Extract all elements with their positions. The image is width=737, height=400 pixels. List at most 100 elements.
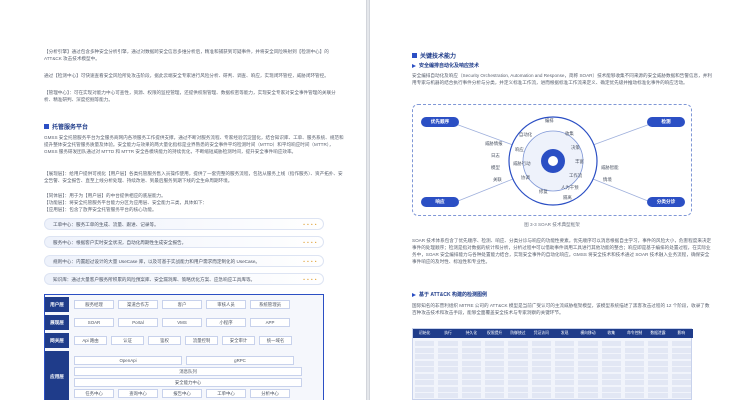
arch-cell: 统一域名 <box>259 336 292 345</box>
platform-paragraph: GMSS 安全托管服务平台为全服务商网内各项服务工作提供支撑，通过不断对服务流程… <box>44 135 344 154</box>
matrix-cell <box>485 393 505 398</box>
connector-line <box>592 122 654 146</box>
matrix-cell <box>415 341 435 346</box>
connector-line <box>452 178 514 204</box>
matrix-cell <box>648 393 668 398</box>
ring-label: 威胁智能 <box>601 165 619 170</box>
matrix-cell <box>485 380 505 385</box>
arch-cell: 认证 <box>111 336 144 345</box>
matrix-cell <box>485 354 505 359</box>
ring-label: 情境 <box>603 177 612 182</box>
matrix-cell <box>555 347 575 353</box>
soar-explanation-paragraph: SOAR 技术体系包含了优先顺序、检测、响应、分类分诊与响应的功能性要素。优先顺… <box>412 238 712 264</box>
matrix-cell <box>508 373 528 379</box>
matrix-cell <box>671 360 691 366</box>
dots-decoration: • • • • <box>303 277 317 282</box>
matrix-cell <box>648 341 668 346</box>
matrix-cell <box>531 347 551 353</box>
matrix-cell <box>601 373 621 379</box>
arch-cells: SOAR Portal VMS 小程序 APP <box>69 315 323 330</box>
response-button: 响应 <box>421 197 459 207</box>
soar-paragraph: 安全编排自动化及响应（Security Orchestration, Autom… <box>412 73 712 85</box>
ring-label: 收集 <box>565 131 574 136</box>
matrix-header-cell: 命令控制 <box>627 331 643 335</box>
matrix-cell <box>531 380 551 385</box>
matrix-header: 初始化 执行 持久化 权限提升 防御绕过 凭证访问 发现 横向移动 收集 命令控… <box>413 329 693 338</box>
matrix-header-cell: 权限提升 <box>487 331 503 335</box>
matrix-cell <box>415 360 435 366</box>
matrix-cell <box>601 393 621 398</box>
matrix-cell <box>485 341 505 346</box>
matrix-cell <box>555 393 575 398</box>
matrix-cell <box>578 360 598 366</box>
matrix-cell <box>578 380 598 385</box>
arch-cell: 分析中心 <box>250 389 290 398</box>
arch-cell: VMS <box>162 318 202 327</box>
matrix-cell <box>485 347 505 353</box>
matrix-cell <box>508 386 528 392</box>
arch-cell: 系统管理员 <box>250 300 290 309</box>
arch-cell: 客户 <box>162 300 202 309</box>
matrix-cell <box>671 380 691 385</box>
matrix-cell <box>625 347 645 353</box>
matrix-cell <box>415 373 435 379</box>
matrix-cell <box>531 373 551 379</box>
arch-cell: 消息队列 <box>74 367 302 376</box>
section-square-icon <box>44 124 49 129</box>
dots-decoration: • • • • <box>303 240 317 245</box>
arch-cell: gRPC <box>186 356 294 365</box>
subhead-soar: 安全编排自动化及响应技术 <box>412 62 479 69</box>
matrix-cell <box>601 380 621 385</box>
arch-cell: 服务经理 <box>74 300 114 309</box>
ring-label: 决策 <box>571 145 580 150</box>
ring-label: 隔离 <box>563 195 572 200</box>
arch-row-application: 应用层 OpenApi gRPC 消息队列 安全能力中心 任务中心 查询中心 报… <box>45 351 323 400</box>
matrix-cell <box>625 341 645 346</box>
matrix-cell <box>438 380 458 385</box>
matrix-cell <box>601 347 621 353</box>
intro-paragraph-1: 【分析引擎】通过包含多种安全分析引擎，通过对数据跨安全信息多维分析后，精准和捕获… <box>44 49 329 61</box>
matrix-cell <box>555 373 575 379</box>
matrix-cell <box>648 380 668 385</box>
matrix-cell <box>555 354 575 359</box>
matrix-cell <box>531 341 551 346</box>
connector-line <box>592 178 654 204</box>
matrix-cell <box>555 360 575 366</box>
matrix-cell <box>438 354 458 359</box>
ring-label: 修复 <box>539 189 548 194</box>
dots-decoration: • • • • <box>303 259 317 264</box>
arch-cells: Api 路由 认证 鉴权 流量控制 安全审计 统一域名 <box>69 333 323 348</box>
matrix-cell <box>625 367 645 372</box>
ring-label: 人为干预 <box>561 185 579 190</box>
arch-row-user: 用户层 服务经理 渠道合作方 客户 审核人员 系统管理员 <box>45 297 323 312</box>
detection-button: 检测 <box>647 117 685 127</box>
arch-cells: OpenApi gRPC 消息队列 安全能力中心 任务中心 查询中心 报告中心 … <box>69 351 323 400</box>
section-title-key-tech: 关键技术能力 <box>412 51 456 60</box>
matrix-cell <box>555 367 575 372</box>
arch-row-label: 网关层 <box>45 333 69 348</box>
triangle-bullet-icon <box>412 292 416 297</box>
matrix-cell <box>508 380 528 385</box>
presentation-layer-paragraph: 【展现层】：给用户提供可视化【用户层】各类托管服务售入员操作使用，提供了一套完整… <box>44 171 343 183</box>
subhead-attck: 基于 ATT&CK 构建的检测图例 <box>412 291 487 298</box>
callout-service-center: 服务中心：根据客户实时安全状况，自动化周期性生成安全报告。 • • • • <box>44 236 324 248</box>
matrix-cell <box>671 373 691 379</box>
arch-row-gateway: 网关层 Api 路由 认证 鉴权 流量控制 安全审计 统一域名 <box>45 333 323 348</box>
arch-row-label: 展现层 <box>45 315 69 330</box>
arch-cell: Api 路由 <box>74 336 107 345</box>
arch-cells: 服务经理 渠道合作方 客户 审核人员 系统管理员 <box>69 297 323 312</box>
matrix-header-cell: 收集 <box>607 331 616 335</box>
app-layer-paragraph: 【应用层】：包含了放弃安全托管服务平台的核心功能。 <box>44 207 157 212</box>
matrix-cell <box>601 367 621 372</box>
arch-cell: 安全审计 <box>222 336 255 345</box>
matrix-header-cell: 影响 <box>677 331 686 335</box>
arch-cell: 安全能力中心 <box>74 378 302 387</box>
matrix-cell <box>461 354 481 359</box>
matrix-cell <box>671 393 691 398</box>
ring-label: 威胁行动 <box>513 161 531 166</box>
matrix-cell <box>461 386 481 392</box>
matrix-cell <box>531 386 551 392</box>
matrix-cell <box>508 367 528 372</box>
matrix-cell <box>531 360 551 366</box>
matrix-cell <box>508 341 528 346</box>
